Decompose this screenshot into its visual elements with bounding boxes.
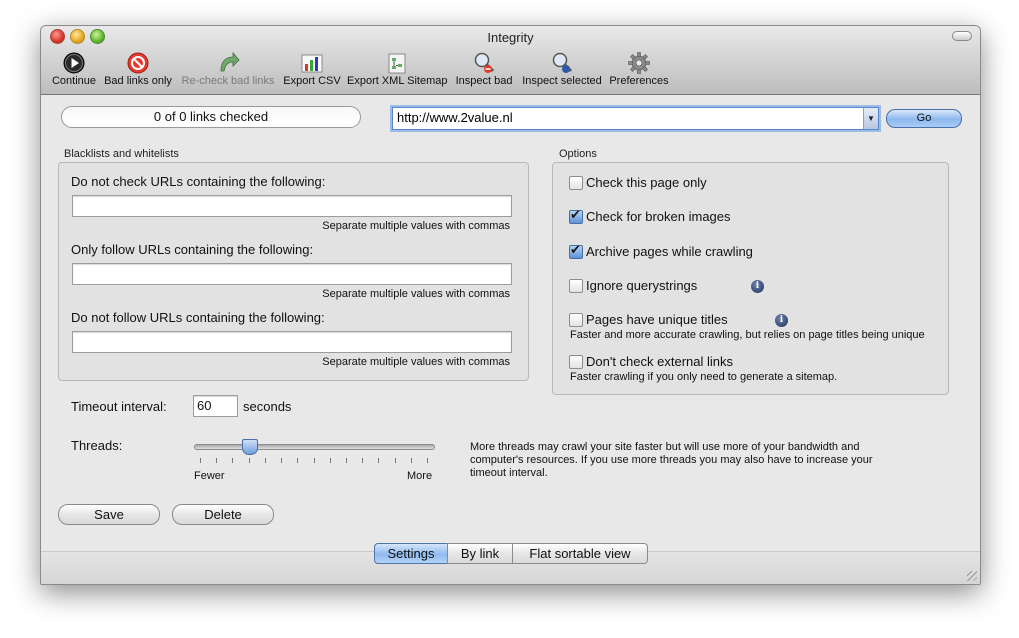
check-broken-images-checkbox[interactable] bbox=[569, 208, 583, 224]
recheck-arrow-icon bbox=[220, 51, 240, 72]
inspect-selected-icon bbox=[552, 52, 573, 73]
export-csv-label: Export CSV bbox=[283, 75, 341, 87]
save-button[interactable]: Save bbox=[58, 504, 160, 525]
timeout-unit: seconds bbox=[243, 399, 292, 414]
bad-links-only-label: Bad links only bbox=[104, 75, 172, 87]
continue-button[interactable]: Continue bbox=[50, 51, 98, 91]
threads-slider-tick bbox=[427, 458, 428, 463]
timeout-label: Timeout interval: bbox=[71, 399, 167, 414]
threads-slider-tick bbox=[345, 458, 347, 463]
only-follow-hint: Separate multiple values with commas bbox=[322, 288, 510, 300]
sitemap-export-icon bbox=[388, 53, 406, 74]
threads-slider-tick bbox=[329, 458, 331, 463]
no-entry-icon bbox=[127, 52, 149, 74]
inspect-bad-button[interactable]: Inspect bad bbox=[454, 51, 514, 91]
unique-titles-hint: Faster and more accurate crawling, but r… bbox=[570, 329, 925, 341]
threads-slider[interactable] bbox=[194, 444, 435, 450]
app-window: Integrity Continue Bad links only Re-che… bbox=[40, 25, 981, 585]
options-group: Check this page only Check for broken im… bbox=[552, 162, 949, 395]
export-xml-sitemap-label: Export XML Sitemap bbox=[347, 75, 448, 87]
play-icon bbox=[63, 52, 85, 74]
preferences-button[interactable]: Preferences bbox=[609, 51, 669, 91]
go-button[interactable]: Go bbox=[886, 109, 962, 128]
recheck-bad-links-button[interactable]: Re-check bad links bbox=[180, 51, 276, 91]
check-this-page-only-checkbox[interactable] bbox=[569, 176, 583, 190]
external-links-hint: Faster crawling if you only need to gene… bbox=[570, 371, 838, 383]
threads-slider-tick bbox=[216, 458, 218, 463]
threads-slider-tick bbox=[264, 458, 266, 463]
do-not-check-label: Do not check URLs containing the followi… bbox=[71, 174, 326, 189]
only-follow-input[interactable] bbox=[72, 263, 512, 285]
toolbar-toggle-button[interactable] bbox=[952, 31, 972, 41]
options-group-title: Options bbox=[559, 148, 597, 160]
do-not-follow-input[interactable] bbox=[72, 331, 512, 353]
threads-slider-tick bbox=[410, 458, 412, 463]
url-dropdown-arrow-icon[interactable]: ▼ bbox=[863, 108, 878, 129]
do-not-follow-label: Do not follow URLs containing the follow… bbox=[71, 310, 325, 325]
preferences-label: Preferences bbox=[609, 75, 669, 87]
check-broken-images-label: Check for broken images bbox=[586, 209, 731, 224]
ignore-querystrings-label: Ignore querystrings bbox=[586, 278, 698, 293]
threads-description: More threads may crawl your site faster … bbox=[470, 441, 873, 479]
ignore-querystrings-info-icon[interactable]: i bbox=[751, 280, 764, 293]
inspect-selected-button[interactable]: Inspect selected bbox=[520, 51, 604, 91]
links-checked-status: 0 of 0 links checked bbox=[61, 106, 361, 128]
tab-by-link[interactable]: By link bbox=[447, 543, 513, 564]
archive-pages-label: Archive pages while crawling bbox=[586, 244, 753, 259]
archive-pages-checkbox[interactable] bbox=[569, 243, 583, 259]
inspect-bad-icon bbox=[474, 52, 495, 73]
do-not-follow-hint: Separate multiple values with commas bbox=[322, 356, 510, 368]
threads-slider-tick bbox=[281, 458, 283, 463]
external-links-checkbox[interactable] bbox=[569, 355, 583, 369]
url-combo-box[interactable]: ▼ bbox=[392, 107, 879, 130]
threads-slider-tick bbox=[232, 458, 234, 463]
threads-slider-tick bbox=[297, 458, 299, 463]
bad-links-only-button[interactable]: Bad links only bbox=[103, 51, 173, 91]
continue-label: Continue bbox=[51, 75, 97, 87]
gear-icon bbox=[628, 52, 650, 74]
ignore-querystrings-checkbox[interactable] bbox=[569, 279, 583, 293]
inspect-selected-label: Inspect selected bbox=[522, 75, 602, 87]
do-not-check-hint: Separate multiple values with commas bbox=[322, 220, 510, 232]
external-links-label: Don't check external links bbox=[586, 354, 733, 369]
threads-slider-tick bbox=[248, 458, 250, 463]
threads-min-label: Fewer bbox=[194, 470, 225, 482]
blacklists-group: Do not check URLs containing the followi… bbox=[58, 162, 529, 381]
window-title: Integrity bbox=[487, 30, 534, 45]
recheck-bad-links-label: Re-check bad links bbox=[181, 75, 275, 87]
do-not-check-input[interactable] bbox=[72, 195, 512, 217]
threads-slider-tick bbox=[200, 458, 201, 463]
threads-max-label: More bbox=[407, 470, 433, 482]
only-follow-label: Only follow URLs containing the followin… bbox=[71, 242, 314, 257]
threads-slider-tick bbox=[313, 458, 315, 463]
blacklists-group-title: Blacklists and whitelists bbox=[64, 148, 179, 160]
unique-titles-label: Pages have unique titles bbox=[586, 312, 728, 327]
export-csv-button[interactable]: Export CSV bbox=[283, 51, 341, 91]
chart-export-icon bbox=[301, 54, 323, 73]
tab-settings[interactable]: Settings bbox=[374, 543, 448, 564]
threads-slider-knob[interactable] bbox=[241, 439, 258, 455]
threads-slider-tick bbox=[378, 458, 380, 463]
title-toolbar: Integrity Continue Bad links only Re-che… bbox=[41, 26, 980, 95]
threads-slider-tick bbox=[362, 458, 364, 463]
tab-flat-sortable-view[interactable]: Flat sortable view bbox=[512, 543, 648, 564]
check-this-page-only-label: Check this page only bbox=[586, 175, 707, 190]
resize-grip-icon[interactable] bbox=[967, 571, 977, 581]
url-input[interactable] bbox=[393, 108, 857, 127]
delete-button[interactable]: Delete bbox=[172, 504, 274, 525]
threads-slider-tick bbox=[394, 458, 396, 463]
unique-titles-checkbox[interactable] bbox=[569, 313, 583, 327]
export-xml-sitemap-button[interactable]: Export XML Sitemap bbox=[347, 51, 447, 91]
inspect-bad-label: Inspect bad bbox=[455, 75, 513, 87]
threads-label: Threads: bbox=[71, 438, 123, 453]
timeout-input[interactable]: 60 bbox=[193, 395, 238, 417]
unique-titles-info-icon[interactable]: i bbox=[775, 314, 788, 327]
